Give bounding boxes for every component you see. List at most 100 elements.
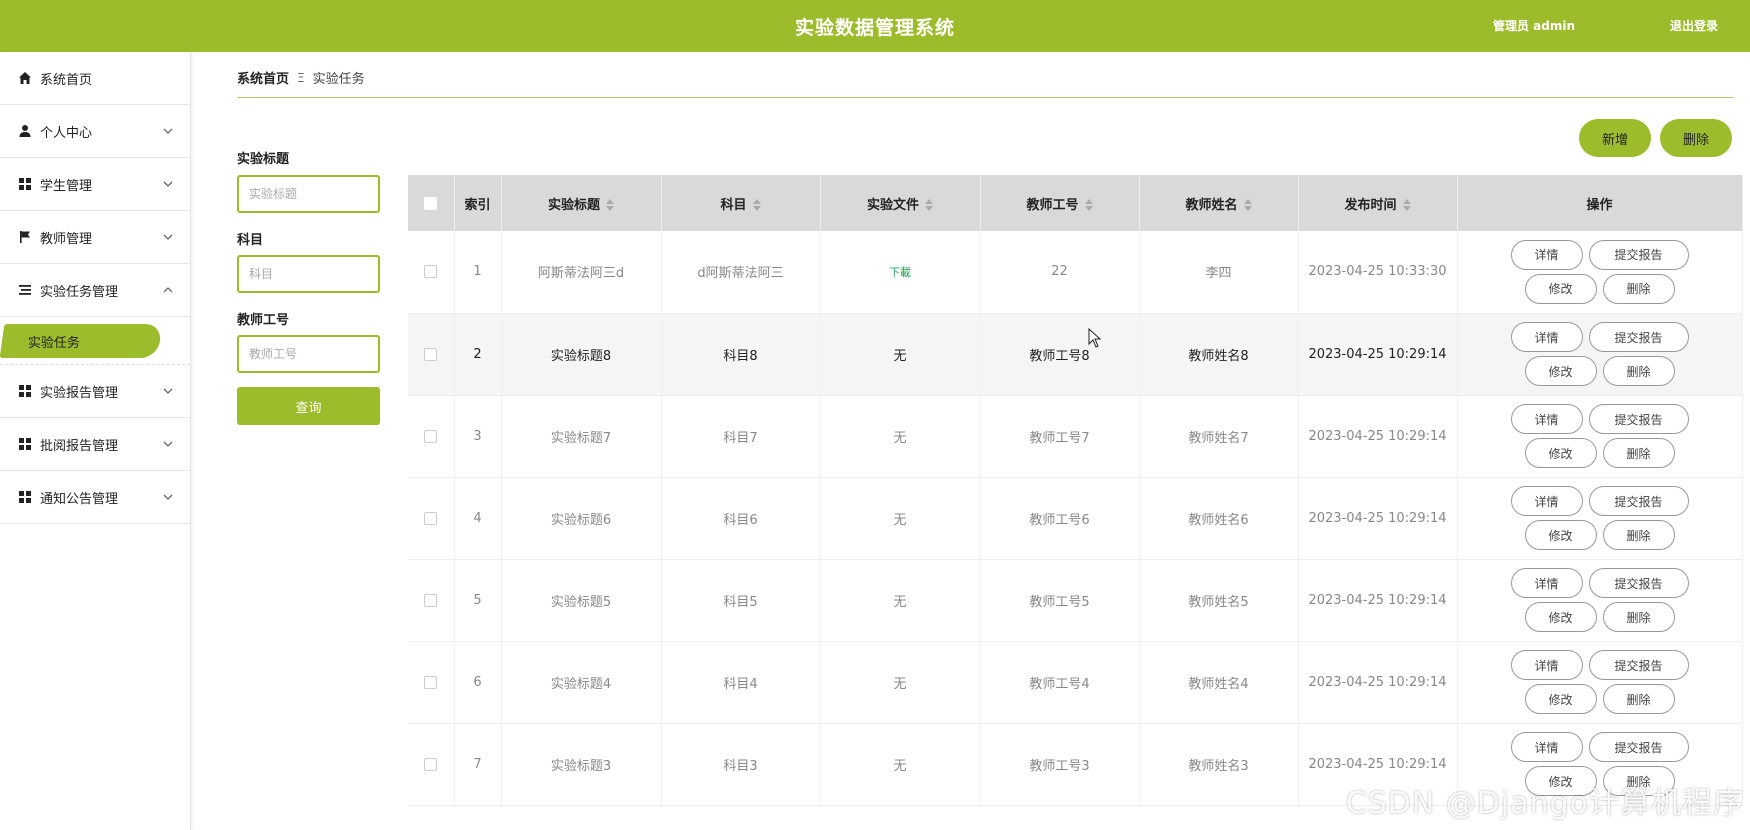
detail-button[interactable]: 详情 [1510,239,1583,270]
detail-button[interactable]: 详情 [1510,568,1583,598]
title-cell: 实验标题8 [501,313,662,396]
detail-button[interactable]: 详情 [1510,650,1583,680]
publish-time-cell: 2023-04-25 10:29:14 [1298,477,1458,560]
sidebar-item-home[interactable]: 系统首页 [0,52,190,105]
detail-button[interactable]: 详情 [1510,486,1583,516]
row-delete-button[interactable]: 删除 [1602,273,1675,304]
title-cell: 阿斯蒂法阿三d [501,231,662,314]
add-button[interactable]: 新增 [1579,119,1651,157]
detail-button[interactable]: 详情 [1510,404,1583,434]
row-delete-button[interactable]: 删除 [1602,602,1675,632]
grid-icon [18,384,32,398]
row-checkbox[interactable] [424,593,438,607]
row-select-cell [408,477,455,560]
column-header: 索引 [454,175,502,231]
sidebar-item-teachers[interactable]: 教师管理 [0,211,190,264]
sidebar-item-label: 实验报告管理 [40,385,119,401]
select-all-checkbox[interactable] [424,196,438,210]
edit-button[interactable]: 修改 [1524,520,1597,550]
title-cell: 实验标题3 [501,723,662,806]
logout-link[interactable]: 退出登录 [1670,17,1718,34]
submit-report-button[interactable]: 提交报告 [1588,650,1689,680]
edit-button[interactable]: 修改 [1524,684,1597,714]
column-header: 操作 [1457,175,1743,231]
chevron-down-icon [163,441,173,447]
submit-report-button[interactable]: 提交报告 [1588,404,1689,434]
sidebar: 系统首页 个人中心 学生管理 教师管理 实验任务管理 实验任务 实验报告管理 批… [0,52,191,830]
column-header[interactable]: 实验标题 [501,175,662,231]
select-all-header [408,175,455,231]
sidebar-item-label: 实验任务管理 [40,284,119,300]
sidebar-item-notices[interactable]: 通知公告管理 [0,471,190,524]
column-header[interactable]: 实验文件 [820,175,981,231]
teacher-id-filter-input[interactable] [237,335,380,373]
title-cell: 实验标题6 [501,477,662,560]
sidebar-item-profile[interactable]: 个人中心 [0,105,190,158]
teacher-id-cell: 教师工号6 [980,477,1140,560]
subject-filter-label: 科目 [237,233,264,248]
row-checkbox[interactable] [424,511,438,525]
row-delete-button[interactable]: 删除 [1602,684,1675,714]
operations-cell: 详情 提交报告 修改 删除 [1457,231,1743,314]
subject-cell: 科目4 [661,641,821,724]
grid-icon [18,437,32,451]
title-filter-label: 实验标题 [237,152,290,167]
row-delete-button[interactable]: 删除 [1602,438,1675,468]
edit-button[interactable]: 修改 [1524,438,1597,468]
sidebar-item-reports[interactable]: 实验报告管理 [0,365,190,418]
row-select-cell [408,313,455,396]
sidebar-item-label: 教师管理 [40,231,93,247]
column-header-label: 实验标题 [547,197,600,213]
detail-button[interactable]: 详情 [1510,732,1583,762]
breadcrumb: 系统首页 Ξ 实验任务 [237,68,365,88]
chevron-down-icon [163,181,173,187]
submit-report-button[interactable]: 提交报告 [1588,239,1689,270]
row-checkbox[interactable] [424,757,438,771]
delete-button[interactable]: 删除 [1660,119,1732,157]
sidebar-item-students[interactable]: 学生管理 [0,158,190,211]
query-button[interactable]: 查询 [237,387,380,425]
submit-report-button[interactable]: 提交报告 [1588,732,1689,762]
sidebar-subitem-task[interactable]: 实验任务 [0,317,190,365]
submit-report-button[interactable]: 提交报告 [1588,486,1689,516]
chevron-down-icon [163,494,173,500]
teacher-name-cell: 教师姓名5 [1139,559,1299,642]
row-checkbox[interactable] [424,675,438,689]
index-cell: 3 [454,395,502,478]
sidebar-item-label: 个人中心 [40,125,93,141]
column-header[interactable]: 教师工号 [980,175,1140,231]
column-header[interactable]: 发布时间 [1298,175,1458,231]
table-header-row: 索引 实验标题 科目 实验文件 教师工号 教师姓名 发布时间 操作 [408,175,1743,231]
edit-button[interactable]: 修改 [1524,602,1597,632]
title-filter-input[interactable] [237,175,380,213]
breadcrumb-home[interactable]: 系统首页 [237,68,289,87]
row-checkbox[interactable] [424,347,438,361]
row-delete-button[interactable]: 删除 [1602,520,1675,550]
sidebar-item-tasks[interactable]: 实验任务管理 [0,264,190,317]
sidebar-item-review[interactable]: 批阅报告管理 [0,418,190,471]
row-delete-button[interactable]: 删除 [1602,356,1675,386]
edit-button[interactable]: 修改 [1524,273,1597,304]
sidebar-item-label: 系统首页 [40,72,93,88]
row-checkbox[interactable] [424,265,438,279]
index-cell: 6 [454,641,502,724]
detail-button[interactable]: 详情 [1510,322,1583,352]
file-cell: 无 [820,395,981,478]
submit-report-button[interactable]: 提交报告 [1588,568,1689,598]
sidebar-item-label: 学生管理 [40,178,93,194]
subject-filter-input[interactable] [237,255,380,293]
title-cell: 实验标题4 [501,641,662,724]
column-header-label: 教师姓名 [1185,197,1238,213]
column-header[interactable]: 教师姓名 [1139,175,1299,231]
subject-cell: d阿斯蒂法阿三 [661,231,821,314]
submit-report-button[interactable]: 提交报告 [1588,322,1689,352]
row-checkbox[interactable] [424,429,438,443]
download-link[interactable]: 下載 [889,266,911,279]
subject-cell: 科目8 [661,313,821,396]
app-title: 实验数据管理系统 [794,16,955,39]
column-header[interactable]: 科目 [661,175,821,231]
edit-button[interactable]: 修改 [1524,356,1597,386]
row-select-cell [408,723,455,806]
teacher-id-cell: 教师工号8 [980,313,1140,396]
operations-cell: 详情 提交报告 修改 删除 [1457,313,1743,396]
